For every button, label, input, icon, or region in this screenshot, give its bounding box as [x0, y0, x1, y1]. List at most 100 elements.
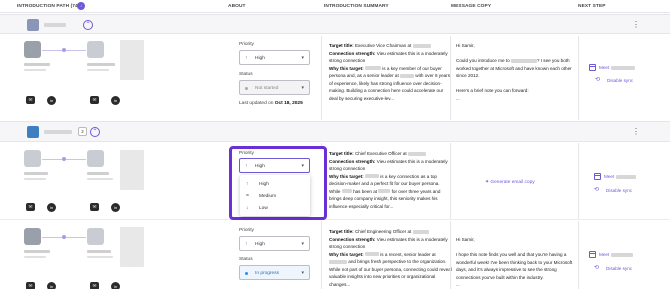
menu-item-medium[interactable]: = Medium: [240, 190, 310, 202]
collapse-chevron-icon[interactable]: ⌃: [83, 20, 93, 30]
email-icon[interactable]: ✉: [90, 282, 99, 289]
arrow-up-icon: ↑: [246, 181, 249, 187]
person-name: [24, 63, 50, 66]
avatar: [24, 150, 41, 167]
redacted-area: [120, 150, 144, 190]
linkedin-icon[interactable]: in: [47, 203, 56, 212]
avatar: [24, 41, 41, 58]
menu-item-high[interactable]: ↑ High: [240, 178, 310, 190]
linkedin-icon[interactable]: in: [111, 203, 120, 212]
sparkle-icon: ✦: [485, 180, 490, 185]
disable-sync-link[interactable]: Disable sync: [606, 188, 632, 193]
priority-label: Priority: [239, 42, 254, 47]
menu-item-low[interactable]: ↓ Low: [240, 202, 310, 214]
status-dot: [245, 272, 248, 275]
intro-summary: Target title: Executive Vice Chairman at…: [329, 43, 451, 101]
divider: [578, 36, 579, 120]
connection-dot: [62, 235, 66, 239]
email-icon[interactable]: ✉: [90, 96, 99, 104]
status-select[interactable]: In progress ▾: [239, 265, 310, 280]
priority-select[interactable]: ↑ High ▾: [239, 236, 310, 251]
avatar: [87, 41, 104, 58]
intro-summary: Target title: Chief Executive Officer at…: [329, 151, 448, 209]
company-logo: [27, 126, 39, 138]
linkedin-icon[interactable]: in: [111, 96, 120, 105]
redacted-area: [120, 227, 144, 267]
dropdown-caret-icon: ▾: [301, 270, 304, 276]
row-divider: [0, 219, 670, 220]
generate-email-button[interactable]: ✦ Generate email copy: [485, 180, 535, 185]
email-icon[interactable]: ✉: [90, 203, 99, 211]
person-title: [87, 256, 113, 258]
calendar-icon: [594, 173, 601, 180]
priority-label: Priority: [239, 228, 254, 233]
dropdown-caret-icon: ▾: [301, 241, 304, 247]
status-label: Status: [239, 72, 253, 77]
connection-dot: [62, 157, 66, 161]
status-select[interactable]: Not started ▾: [239, 80, 310, 95]
group-row[interactable]: ⌃ ⋮: [0, 14, 670, 34]
dropdown-caret-icon: ▾: [301, 163, 304, 169]
sort-down-icon[interactable]: ↓: [77, 2, 85, 10]
priority-select[interactable]: ↑ High ▾: [239, 50, 310, 65]
person-name: [87, 250, 111, 253]
divider: [321, 36, 322, 120]
sync-off-icon: ⟲: [594, 187, 600, 193]
divider: [321, 221, 322, 289]
col-message[interactable]: MESSAGE COPY: [451, 4, 491, 9]
message-copy: Hi Samir, I hope this note finds you wel…: [456, 237, 573, 287]
col-about[interactable]: ABOUT: [228, 4, 246, 9]
divider: [578, 221, 579, 289]
priority-label: Priority: [239, 151, 254, 156]
email-icon[interactable]: ✉: [26, 203, 35, 211]
linkedin-icon[interactable]: in: [47, 282, 56, 289]
arrow-up-icon: ↑: [245, 55, 248, 61]
disable-sync-link[interactable]: Disable sync: [606, 266, 632, 271]
avatar: [87, 228, 104, 245]
redacted-area: [120, 40, 144, 80]
more-options-icon[interactable]: ⋮: [632, 128, 640, 136]
calendar-icon: [589, 64, 596, 71]
intro-summary: Target title: Chief Engineering Officer …: [329, 229, 452, 287]
email-icon[interactable]: ✉: [26, 282, 35, 289]
meet-link[interactable]: Meet: [604, 174, 636, 179]
collapse-chevron-icon[interactable]: ⌃: [90, 127, 100, 137]
last-updated: Last updated on Oct 18, 2025: [239, 101, 303, 106]
more-options-icon[interactable]: ⋮: [632, 21, 640, 29]
arrow-up-icon: ↑: [245, 163, 248, 169]
status-label: Status: [239, 257, 253, 262]
sync-off-icon: ⟲: [594, 265, 600, 271]
priority-select[interactable]: ↑ High ▾: [239, 158, 310, 173]
status-dot: [245, 87, 248, 90]
col-intro-path[interactable]: INTRODUCTION PATH (74): [17, 4, 80, 9]
person-title: [24, 178, 46, 180]
person-name: [24, 250, 50, 253]
person-name: [87, 172, 109, 175]
divider: [578, 143, 579, 219]
linkedin-icon[interactable]: in: [111, 282, 120, 289]
linkedin-icon[interactable]: in: [47, 96, 56, 105]
company-name: [44, 130, 72, 134]
company-logo: [27, 19, 39, 31]
email-icon[interactable]: ✉: [26, 96, 35, 104]
col-summary[interactable]: INTRODUCTION SUMMARY: [324, 4, 389, 9]
avatar: [24, 228, 41, 245]
sync-off-icon: ⟲: [595, 77, 601, 83]
dropdown-caret-icon: ▾: [301, 85, 304, 91]
message-copy: Hi Samir, Could you introduce me to ? I …: [456, 43, 572, 101]
meet-link[interactable]: Meet: [599, 65, 635, 70]
divider: [450, 143, 451, 219]
person-title: [87, 178, 113, 180]
arrow-up-icon: ↑: [245, 241, 248, 247]
person-title: [24, 256, 46, 258]
group-row[interactable]: 2 ⌃ ⋮: [0, 121, 670, 142]
connection-dot: [62, 48, 66, 52]
disable-sync-link[interactable]: Disable sync: [607, 78, 633, 83]
col-next-step[interactable]: NEXT STEP: [578, 4, 606, 9]
divider: [450, 221, 451, 289]
meet-link[interactable]: Meet: [599, 252, 633, 257]
divider: [450, 36, 451, 120]
avatar: [87, 150, 104, 167]
calendar-icon: [589, 251, 596, 258]
equals-icon: =: [246, 193, 249, 199]
